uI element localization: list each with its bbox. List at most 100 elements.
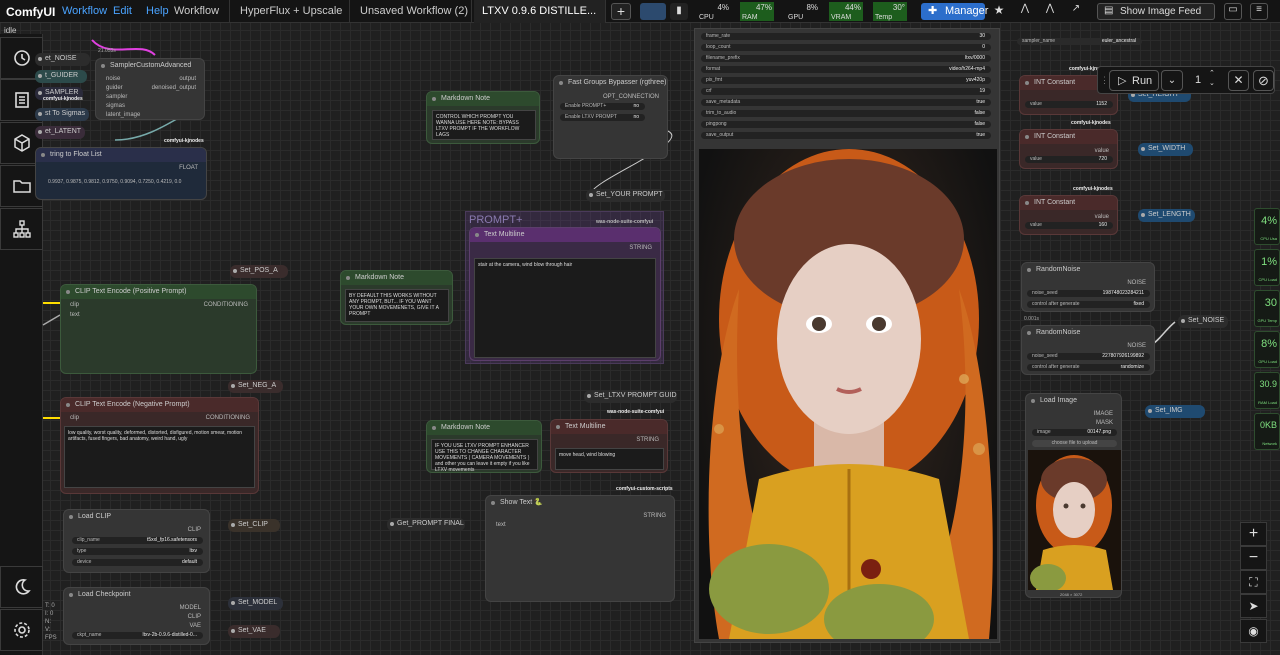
image-thumbnail[interactable] (1028, 450, 1121, 590)
random-noise-node-1[interactable]: RandomNoise NOISE noise_seed 198748023284… (1021, 262, 1155, 312)
output-string[interactable]: STRING (629, 245, 652, 251)
input-text[interactable]: text (70, 312, 80, 318)
loop-count-widget[interactable]: loop_count 0 (701, 44, 991, 51)
pix-fmt-widget[interactable]: pix_fmt yuv420p (701, 77, 991, 84)
type-widget[interactable]: type ltxv (72, 548, 203, 555)
input-sampler[interactable]: sampler (106, 94, 127, 100)
settings-gear-icon[interactable] (0, 609, 43, 651)
noise-seed-widget[interactable]: noise_seed 198748023284211 (1027, 290, 1150, 297)
enable-ltxv-prompt-toggle[interactable]: Enable LTXV PROMPT no (560, 114, 645, 121)
set-neg-a-pill[interactable]: Set_NEG_A (228, 380, 283, 393)
markdown-note-1[interactable]: Markdown Note CONTROL WHICH PROMPT YOU W… (426, 91, 540, 144)
star-icon[interactable]: ★ (992, 3, 1006, 20)
set-clip-pill[interactable]: Set_CLIP (228, 519, 280, 532)
drag-handle-icon[interactable]: ⋮ (1100, 75, 1109, 86)
output-clip[interactable]: CLIP (188, 614, 201, 620)
int-constant-width-node[interactable]: INT Constant value value 720 (1019, 129, 1118, 169)
format-widget[interactable]: format video/h264-mp4 (701, 66, 991, 73)
tab-unsaved[interactable]: Unsaved Workflow (2) (352, 0, 472, 23)
int-constant-length-node[interactable]: INT Constant value value 160 (1019, 195, 1118, 235)
negative-prompt-text[interactable]: low quality, worst quality, deformed, di… (64, 426, 255, 488)
output-opt-connection[interactable]: OPT_CONNECTION (603, 94, 659, 100)
output-noise[interactable]: NOISE (1127, 343, 1146, 349)
value-widget[interactable]: value 1152 (1025, 101, 1113, 108)
upload-button[interactable]: choose file to upload (1032, 440, 1117, 447)
zoom-in-icon[interactable]: + (1240, 522, 1267, 546)
load-image-node[interactable]: Load Image IMAGE MASK image 00147.png cho… (1025, 393, 1122, 598)
set-latent-pill[interactable]: et_LATENT (35, 126, 85, 139)
set-ltxv-prompt-guid-pill[interactable]: Set_LTXV PROMPT GUID (584, 390, 677, 403)
control-after-generate-widget[interactable]: control after generate randomize (1027, 364, 1150, 371)
guider-pill[interactable]: t_GUIDER (35, 70, 87, 83)
tab-workflow[interactable]: Workflow (166, 0, 230, 23)
fit-view-icon[interactable]: ⛶ (1240, 570, 1267, 594)
clip-text-encode-positive-node[interactable]: CLIP Text Encode (Positive Prompt) clip … (60, 284, 257, 374)
share-icon[interactable]: ↗ (1069, 3, 1083, 20)
load-checkpoint-node[interactable]: Load Checkpoint MODEL CLIP VAE ckpt_name… (63, 587, 210, 645)
get-prompt-final-pill[interactable]: Get_PROMPT FINAL (387, 518, 465, 531)
manager-button[interactable]: ✚ Manager (921, 3, 988, 20)
random-noise-node-2[interactable]: RandomNoise NOISE noise_seed 227807926199… (1021, 325, 1155, 375)
fast-groups-bypasser-node[interactable]: Fast Groups Bypasser (rgthree) OPT_CONNE… (553, 75, 668, 159)
input-latent-image[interactable]: latent_image (106, 112, 140, 118)
set-width-pill[interactable]: Set_WIDTH (1138, 143, 1193, 156)
layout-icon[interactable]: ▭ (1224, 3, 1242, 20)
text-multiline-node-2[interactable]: Text Multiline STRING move head, wind bl… (550, 419, 668, 473)
theme-moon-icon[interactable] (0, 566, 43, 608)
clip-text-encode-negative-node[interactable]: CLIP Text Encode (Negative Prompt) clip … (60, 397, 259, 494)
device-widget[interactable]: device default (72, 559, 203, 566)
output-output[interactable]: output (179, 76, 196, 82)
control-after-generate-widget[interactable]: control after generate fixed (1027, 301, 1150, 308)
video-preview[interactable] (699, 149, 997, 639)
show-text-node[interactable]: Show Text 🐍 text STRING (485, 495, 675, 602)
output-conditioning[interactable]: CONDITIONING (206, 415, 250, 421)
set-vae-pill[interactable]: Set_VAE (228, 625, 280, 638)
zoom-out-icon[interactable]: − (1240, 546, 1267, 570)
crf-widget[interactable]: crf 19 (701, 88, 991, 95)
chevron-down-icon[interactable]: ⌄ (1161, 70, 1183, 91)
noise-seed-widget[interactable]: noise_seed 227807926199892 (1027, 353, 1150, 360)
output-string[interactable]: STRING (636, 437, 659, 443)
string-to-float-list-node[interactable]: tring to Float List FLOAT 0.9937, 0.9875… (35, 147, 207, 200)
queue-count-input[interactable]: 1 (1187, 70, 1221, 91)
toggle-visibility-icon[interactable]: ◉ (1240, 619, 1267, 643)
new-tab-button[interactable]: + (611, 3, 631, 20)
input-noise[interactable]: noise (106, 76, 120, 82)
output-conditioning[interactable]: CONDITIONING (204, 302, 248, 308)
prompt-text[interactable]: move head, wind blowing (555, 448, 664, 470)
menu-edit[interactable]: Edit (113, 5, 132, 17)
output-float[interactable]: FLOAT (179, 165, 198, 171)
output-clip[interactable]: CLIP (188, 527, 201, 533)
enable-prompt-plus-toggle[interactable]: Enable PROMPT+ no (560, 103, 645, 110)
bookmark-icon[interactable]: ▮ (670, 3, 688, 20)
wave-icon[interactable]: ⋀ (1043, 3, 1057, 20)
frame-rate-widget[interactable]: frame_rate 30 (701, 33, 991, 40)
show-image-feed-button[interactable]: ▤ Show Image Feed (1097, 3, 1215, 20)
set-pos-a-pill[interactable]: Set_POS_A (230, 265, 288, 278)
output-denoised[interactable]: denoised_output (152, 85, 196, 91)
set-img-pill[interactable]: Set_IMG (1145, 405, 1205, 418)
output-value[interactable]: value (1095, 148, 1109, 154)
input-clip[interactable]: clip (70, 302, 79, 308)
set-length-pill[interactable]: Set_LENGTH (1138, 209, 1195, 222)
sigmas-pill[interactable]: st To Sigmas (35, 108, 89, 121)
pingpong-widget[interactable]: pingpong false (701, 121, 991, 128)
output-string[interactable]: STRING (643, 513, 666, 519)
menu-icon[interactable]: ≡ (1250, 3, 1268, 20)
image-select-widget[interactable]: image 00147.png (1032, 429, 1117, 436)
output-image[interactable]: IMAGE (1094, 411, 1113, 417)
menu-workflow[interactable]: Workflow (62, 5, 107, 17)
cancel-icon[interactable]: ⊘ (1253, 70, 1274, 91)
set-noise-pill[interactable]: et_NOISE (35, 53, 90, 66)
close-icon[interactable]: ✕ (1228, 70, 1249, 91)
output-vae[interactable]: VAE (189, 623, 201, 629)
set-noise-pill-2[interactable]: Set_NOISE (1178, 315, 1228, 328)
input-sigmas[interactable]: sigmas (106, 103, 125, 109)
value-widget[interactable]: value 160 (1025, 222, 1113, 229)
load-clip-node[interactable]: Load CLIP CLIP clip_name t5xxl_fp16.safet… (63, 509, 210, 573)
set-your-prompt-pill[interactable]: Set_YOUR PROMPT (586, 189, 665, 202)
comfy-logo-icon[interactable] (640, 3, 666, 20)
run-button[interactable]: ▷ Run (1109, 70, 1159, 91)
tab-hyperflux[interactable]: HyperFlux + Upscale (232, 0, 350, 23)
save-output-widget[interactable]: save_output true (701, 132, 991, 139)
